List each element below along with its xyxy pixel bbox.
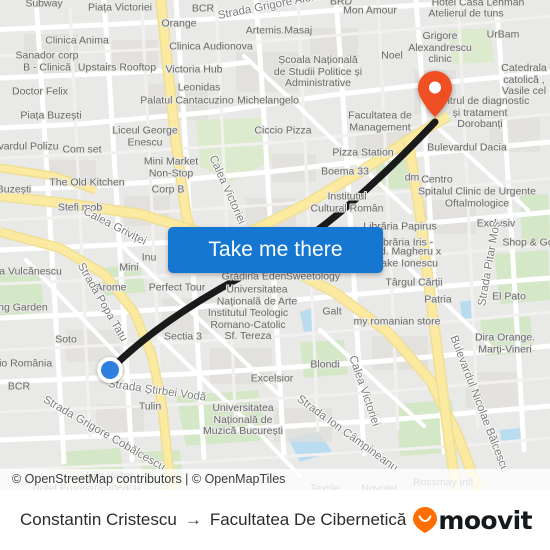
destination-marker[interactable] <box>418 71 452 117</box>
origin-marker[interactable] <box>97 357 123 383</box>
route-footer-bar: Constantin Cristescu → Facultatea De Cib… <box>0 490 550 550</box>
map-pin-icon <box>418 71 452 117</box>
map-canvas[interactable]: .w { stroke:#ffffff; fill:none; } .wc { … <box>0 0 550 490</box>
route-origin-label: Constantin Cristescu <box>20 510 177 529</box>
moovit-wordmark: moovit <box>438 505 532 535</box>
moovit-route-map-screen: .w { stroke:#ffffff; fill:none; } .wc { … <box>0 0 550 550</box>
map-attribution: © OpenStreetMap contributors | © OpenMap… <box>0 469 550 490</box>
route-destination-label: Facultatea De Cibernetică <box>209 510 407 529</box>
take-me-there-button[interactable]: Take me there <box>168 227 383 273</box>
arrow-right-icon: → <box>184 510 202 529</box>
moovit-pin-icon <box>413 507 438 533</box>
route-title: Constantin Cristescu → Facultatea De Cib… <box>20 510 406 530</box>
origin-marker-dot <box>101 361 119 379</box>
moovit-logo[interactable]: moovit <box>413 505 533 535</box>
